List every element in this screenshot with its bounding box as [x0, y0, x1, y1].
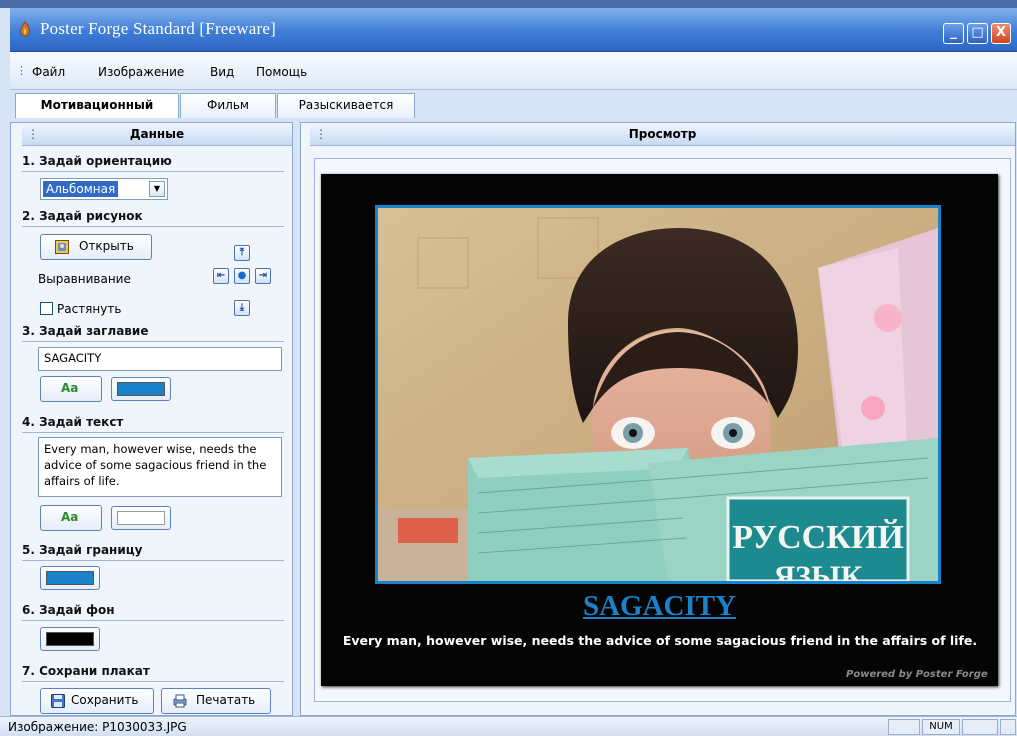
panel-grip-icon: ⋮: [315, 127, 327, 141]
window-title: Poster Forge Standard [Freeware]: [40, 19, 276, 38]
divider: [22, 171, 284, 172]
border-color-button[interactable]: [40, 566, 100, 590]
divider: [22, 620, 284, 621]
status-cell-empty: [888, 719, 920, 735]
stretch-label: Растянуть: [57, 302, 122, 316]
section-save-title: 7. Сохрани плакат: [22, 664, 150, 678]
divider: [22, 681, 284, 682]
text-color-swatch: [117, 511, 165, 525]
window-title-bar[interactable]: Poster Forge Standard [Freeware] _ □ X: [10, 8, 1017, 52]
alignment-label: Выравнивание: [38, 272, 131, 286]
section-title-title: 3. Задай заглавие: [22, 324, 149, 338]
preview-panel-header: ⋮ Просмотр: [310, 124, 1015, 146]
orientation-select-value: Альбомная: [43, 181, 119, 197]
menu-file[interactable]: Файл: [32, 65, 65, 79]
title-font-button[interactable]: Aa: [40, 376, 102, 402]
poster-title: SAGACITY: [582, 590, 737, 622]
section-background-title: 6. Задай фон: [22, 603, 115, 617]
save-button[interactable]: Сохранить: [40, 688, 154, 714]
close-button[interactable]: X: [991, 23, 1011, 44]
background-taskbar-strip: [0, 0, 1017, 8]
poster-title-input[interactable]: SAGACITY: [38, 347, 282, 371]
panel-grip-icon: ⋮: [27, 127, 39, 141]
preview-panel-title: Просмотр: [628, 127, 697, 141]
title-color-swatch: [117, 382, 165, 396]
stretch-checkbox[interactable]: [40, 302, 53, 315]
background-color-button[interactable]: [40, 627, 100, 651]
poster-text-input[interactable]: Every man, however wise, needs the advic…: [38, 437, 282, 497]
font-icon: Aa: [61, 381, 79, 395]
align-left-icon[interactable]: ⇤: [213, 268, 229, 284]
open-image-label: Открыть: [79, 239, 134, 253]
resize-grip-icon[interactable]: [1000, 719, 1016, 735]
status-num-indicator: NUM: [922, 719, 960, 735]
text-color-button[interactable]: [111, 506, 171, 530]
font-icon: Aa: [61, 510, 79, 524]
status-text: Изображение: P1030033.JPG: [8, 720, 187, 734]
border-color-swatch: [46, 571, 94, 585]
section-border-title: 5. Задай границу: [22, 543, 143, 557]
status-bar: Изображение: P1030033.JPG NUM: [0, 716, 1017, 736]
section-text-title: 4. Задай текст: [22, 415, 124, 429]
section-orientation-title: 1. Задай ориентацию: [22, 154, 172, 168]
poster-type-tabs: Мотивационный Фильм Разыскивается: [10, 90, 1017, 118]
data-panel-title: Данные: [129, 127, 185, 141]
menu-view[interactable]: Вид: [210, 65, 234, 79]
align-center-icon[interactable]: ●: [234, 268, 250, 284]
divider: [22, 341, 284, 342]
book-title-text: РУССКИЙ: [732, 519, 904, 556]
save-label: Сохранить: [71, 693, 139, 707]
menu-help[interactable]: Помощь: [256, 65, 307, 79]
orientation-select[interactable]: Альбомная ▼: [40, 178, 168, 200]
floppy-disk-icon: [51, 694, 65, 708]
status-cell-empty: [962, 719, 998, 735]
align-top-icon[interactable]: ⤒: [234, 245, 250, 261]
divider: [22, 226, 284, 227]
divider: [22, 432, 284, 433]
print-button[interactable]: Печатать: [161, 688, 271, 714]
poster-photo-image: РУССКИЙ ЯЗЫК: [378, 208, 938, 581]
menu-image[interactable]: Изображение: [98, 65, 184, 79]
open-image-button[interactable]: Открыть: [40, 234, 152, 260]
tab-film[interactable]: Фильм: [180, 93, 276, 118]
picture-icon: [55, 240, 69, 254]
section-image-title: 2. Задай рисунок: [22, 209, 143, 223]
printer-icon: [173, 694, 187, 708]
text-font-button[interactable]: Aa: [40, 505, 102, 531]
print-label: Печатать: [196, 693, 256, 707]
divider: [22, 560, 284, 561]
title-color-button[interactable]: [111, 377, 171, 401]
background-color-swatch: [46, 632, 94, 646]
book-title-text-2: ЯЗЫК: [774, 560, 863, 581]
poster-photo: РУССКИЙ ЯЗЫК: [375, 205, 941, 584]
poster-credit: Powered by Poster Forge: [846, 669, 988, 680]
app-icon: [20, 21, 30, 37]
align-bottom-icon[interactable]: ⤓: [234, 300, 250, 316]
chevron-down-icon[interactable]: ▼: [149, 181, 165, 197]
tab-wanted[interactable]: Разыскивается: [277, 93, 415, 118]
menu-grip-icon: ⋮: [16, 64, 27, 77]
align-right-icon[interactable]: ⇥: [255, 268, 271, 284]
tab-motivational[interactable]: Мотивационный: [15, 93, 179, 118]
maximize-button[interactable]: □: [967, 23, 988, 44]
poster-text: Every man, however wise, needs the advic…: [342, 633, 978, 648]
menu-bar: ⋮ Файл Изображение Вид Помощь: [10, 52, 1017, 90]
data-panel-header: ⋮ Данные: [22, 124, 292, 146]
minimize-button[interactable]: _: [943, 23, 964, 44]
